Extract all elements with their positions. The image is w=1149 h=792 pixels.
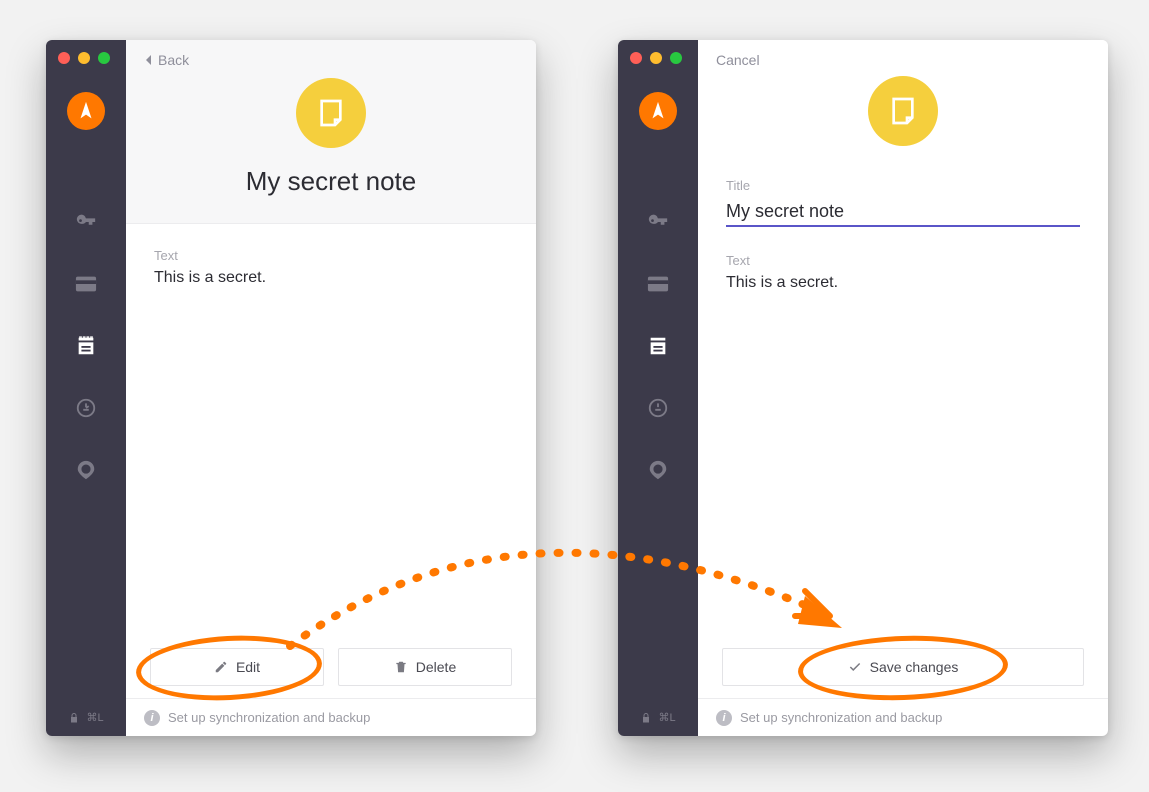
edit-header: Cancel: [698, 40, 1108, 154]
close-window-button[interactable]: [58, 52, 70, 64]
trash-icon: [394, 660, 408, 674]
back-label: Back: [158, 52, 189, 68]
edit-body: Title Text This is a secret.: [698, 154, 1108, 648]
minimize-window-button[interactable]: [78, 52, 90, 64]
action-buttons: Edit Delete: [126, 648, 536, 698]
lock-icon: [68, 712, 80, 724]
sidebar-item-passwords[interactable]: [638, 202, 678, 242]
window-controls: [630, 52, 682, 64]
text-field-label: Text: [154, 248, 508, 263]
app-logo-icon: [67, 92, 105, 130]
sidebar: ⌘L: [46, 40, 126, 736]
title-input[interactable]: [726, 199, 1080, 227]
delete-button-label: Delete: [416, 659, 456, 675]
text-field-value[interactable]: This is a secret.: [726, 274, 1080, 292]
info-icon: i: [144, 710, 160, 726]
sidebar: ⌘L: [618, 40, 698, 736]
maximize-window-button[interactable]: [98, 52, 110, 64]
sidebar-item-notes[interactable]: [638, 326, 678, 366]
note-header: Back My secret note: [126, 40, 536, 224]
window-controls: [58, 52, 110, 64]
sidebar-item-cards[interactable]: [66, 264, 106, 304]
content-edit: Cancel Title Text This is a secret. Save…: [698, 40, 1108, 736]
note-type-icon: [296, 78, 366, 148]
delete-button[interactable]: Delete: [338, 648, 512, 686]
lock-shortcut[interactable]: ⌘L: [46, 711, 126, 724]
content-view: Back My secret note Text This is a secre…: [126, 40, 536, 736]
action-buttons: Save changes: [698, 648, 1108, 698]
lock-icon: [640, 712, 652, 724]
footer[interactable]: i Set up synchronization and backup: [698, 698, 1108, 736]
app-window-view: ⌘L Back My secret note Text This is a se…: [46, 40, 536, 736]
cancel-label: Cancel: [716, 52, 760, 68]
maximize-window-button[interactable]: [670, 52, 682, 64]
sidebar-item-security[interactable]: [638, 450, 678, 490]
text-field-value: This is a secret.: [154, 269, 508, 287]
note-title: My secret note: [246, 166, 417, 197]
minimize-window-button[interactable]: [650, 52, 662, 64]
note-type-icon: [868, 76, 938, 146]
close-window-button[interactable]: [630, 52, 642, 64]
app-logo-icon: [639, 92, 677, 130]
sidebar-item-generator[interactable]: [66, 388, 106, 428]
info-icon: i: [716, 710, 732, 726]
lock-shortcut-label: ⌘L: [86, 711, 103, 724]
save-changes-button[interactable]: Save changes: [722, 648, 1084, 686]
sidebar-item-cards[interactable]: [638, 264, 678, 304]
footer-text: Set up synchronization and backup: [168, 710, 370, 725]
chevron-left-icon: [144, 54, 154, 66]
footer-text: Set up synchronization and backup: [740, 710, 942, 725]
edit-button-label: Edit: [236, 659, 260, 675]
cancel-button[interactable]: Cancel: [716, 52, 760, 68]
sidebar-item-security[interactable]: [66, 450, 106, 490]
sidebar-item-notes[interactable]: [66, 326, 106, 366]
app-window-edit: ⌘L Cancel Title Text This is a secret. S…: [618, 40, 1108, 736]
footer[interactable]: i Set up synchronization and backup: [126, 698, 536, 736]
edit-button[interactable]: Edit: [150, 648, 324, 686]
save-button-label: Save changes: [870, 659, 959, 675]
lock-shortcut-label: ⌘L: [658, 711, 675, 724]
title-field-label: Title: [726, 178, 1080, 193]
check-icon: [848, 660, 862, 674]
sidebar-item-passwords[interactable]: [66, 202, 106, 242]
back-button[interactable]: Back: [144, 52, 189, 68]
text-field-label: Text: [726, 253, 1080, 268]
note-body: Text This is a secret.: [126, 224, 536, 648]
pencil-icon: [214, 660, 228, 674]
lock-shortcut[interactable]: ⌘L: [618, 711, 698, 724]
sidebar-item-generator[interactable]: [638, 388, 678, 428]
